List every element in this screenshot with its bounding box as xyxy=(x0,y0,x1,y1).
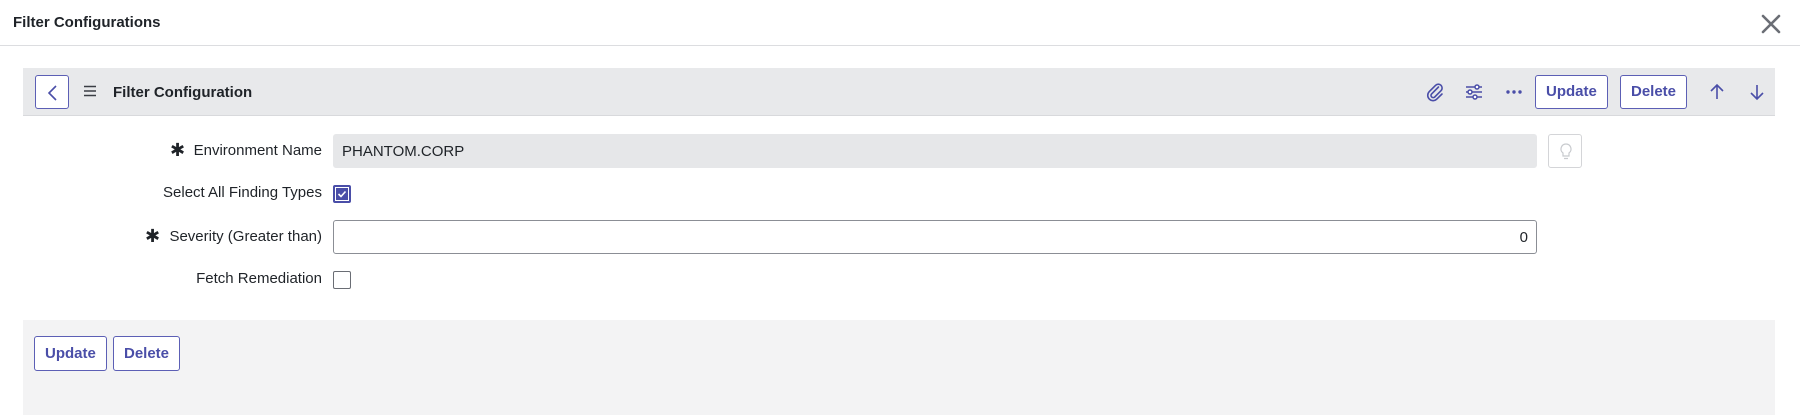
required-icon: ✱ xyxy=(145,226,161,246)
close-icon[interactable] xyxy=(1758,11,1784,37)
arrow-down-icon[interactable] xyxy=(1745,80,1769,104)
checkmark-icon xyxy=(336,188,348,200)
delete-button[interactable]: Delete xyxy=(113,336,181,371)
select-all-finding-types-label: Select All Finding Types xyxy=(163,184,322,201)
environment-name-input[interactable] xyxy=(333,134,1537,168)
update-button[interactable]: Update xyxy=(34,336,107,371)
back-button[interactable] xyxy=(35,75,69,109)
arrow-up-icon[interactable] xyxy=(1705,80,1729,104)
severity-input[interactable] xyxy=(333,220,1537,254)
sliders-icon[interactable] xyxy=(1462,80,1486,104)
required-icon: ✱ xyxy=(170,140,186,160)
lightbulb-icon xyxy=(1560,143,1572,160)
form-header: Filter Configuration Update Delete xyxy=(23,68,1775,116)
fetch-remediation-label: Fetch Remediation xyxy=(196,270,322,287)
back-icon xyxy=(47,85,57,101)
menu-icon[interactable] xyxy=(83,84,97,98)
delete-button-header[interactable]: Delete xyxy=(1620,75,1688,109)
update-button-header[interactable]: Update xyxy=(1535,75,1608,109)
more-icon[interactable] xyxy=(1502,80,1526,104)
modal-title: Filter Configurations xyxy=(13,14,161,31)
severity-label: Severity (Greater than) xyxy=(169,228,322,245)
environment-name-label: Environment Name xyxy=(193,142,322,159)
lookup-button[interactable] xyxy=(1548,134,1582,168)
fetch-remediation-checkbox[interactable] xyxy=(333,271,351,289)
form-footer: Update Delete xyxy=(23,320,1775,415)
modal-header: Filter Configurations xyxy=(0,0,1800,46)
form-title: Filter Configuration xyxy=(113,84,253,101)
select-all-finding-types-checkbox[interactable] xyxy=(333,185,351,203)
paperclip-icon[interactable] xyxy=(1423,80,1447,104)
